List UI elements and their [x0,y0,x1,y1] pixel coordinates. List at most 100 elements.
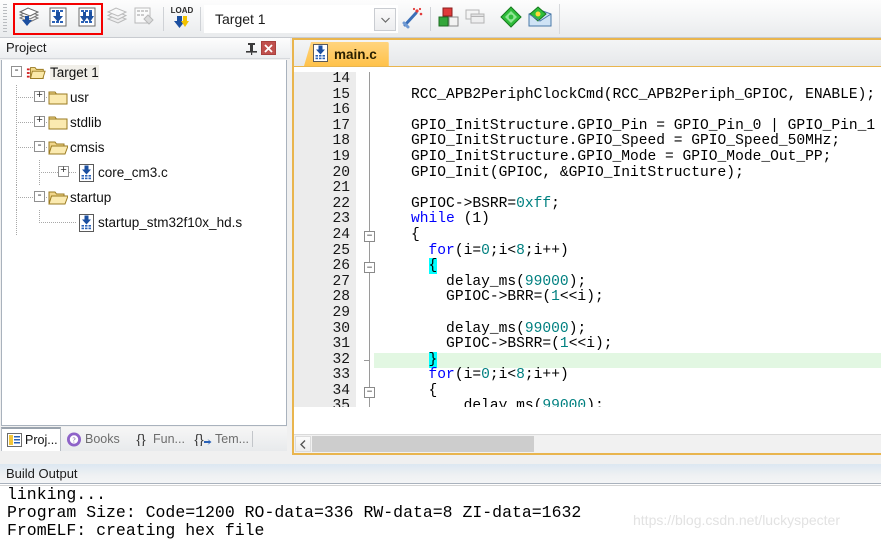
tree-item-stdlib[interactable]: + stdlib [2,110,286,135]
manage-packs-button[interactable] [527,5,553,32]
collapse-icon[interactable]: - [11,66,22,77]
close-icon[interactable] [261,41,276,55]
code-line[interactable]: 14 [294,71,881,88]
collapse-icon[interactable]: - [34,191,45,202]
expand-icon[interactable]: + [58,166,69,177]
fold-margin[interactable] [356,368,374,384]
code-line[interactable]: 31 GPIOC->BSRR=(1<<i); [294,336,881,353]
target-selector-dropdown[interactable] [374,8,396,31]
expand-icon[interactable]: + [34,116,45,127]
code-line[interactable]: 30 delay_ms(99000); [294,321,881,338]
code-token: <<i); [568,336,613,353]
editor-horizontal-scrollbar[interactable] [294,434,881,453]
multi-project-button[interactable] [463,6,489,32]
fold-collapse-icon[interactable]: – [364,230,375,242]
fold-margin[interactable] [356,165,374,182]
fold-collapse-icon[interactable]: – [364,386,375,398]
panel-tab-fun[interactable]: {} Fun... [127,427,187,451]
code-line[interactable]: 23 while (1) [294,212,881,228]
code-line[interactable]: 35 delay_ms(99000); [294,399,881,407]
fold-collapse-icon[interactable]: – [364,262,375,274]
code-line[interactable]: 29 [294,305,881,322]
code-line[interactable]: 19 GPIO_InitStructure.GPIO_Mode = GPIO_M… [294,149,881,166]
panel-tab-books[interactable]: ? Books [61,427,127,451]
code-line[interactable]: 16 [294,103,881,119]
panel-tab-proj[interactable]: Proj... [1,427,61,451]
code-line[interactable]: 33 for(i=0;i<8;i++) [294,367,881,384]
code-line[interactable]: 26– { [294,258,881,275]
code-view[interactable]: 14 15 RCC_APB2PeriphClockCmd(RCC_APB2Per… [294,67,881,407]
tree-item-startup[interactable]: - startup [2,185,286,210]
fold-margin[interactable] [356,212,374,228]
pack-installer-button[interactable] [498,5,524,32]
project-panel-titlebar: Project [0,38,290,59]
fold-margin[interactable]: – [356,259,375,275]
code-text: while (1) [374,212,881,228]
scroll-left-button[interactable] [295,436,311,452]
scrollbar-thumb[interactable] [312,436,534,452]
fold-margin[interactable] [356,181,374,197]
tree-item-target-1[interactable]: - Target 1 [2,60,286,85]
code-keyword: for [428,367,455,384]
stop-build-button[interactable] [131,6,157,32]
code-line[interactable]: 28 GPIOC->BRR=(1<<i); [294,290,881,306]
tree-item-cmsis[interactable]: - cmsis [2,135,286,160]
collapse-icon[interactable]: - [34,141,45,152]
code-line[interactable]: 34– { [294,383,881,400]
fold-margin[interactable] [356,337,374,353]
code-line[interactable]: 21 [294,181,881,197]
tree-item-usr[interactable]: + usr [2,85,286,110]
build-button[interactable] [45,6,71,32]
fold-margin[interactable] [356,321,374,338]
fold-margin[interactable] [356,399,374,407]
horizontal-splitter[interactable] [0,455,881,464]
code-line[interactable]: 15 RCC_APB2PeriphClockCmd(RCC_APB2Periph… [294,87,881,104]
fold-margin[interactable] [356,352,374,369]
fold-margin[interactable] [356,196,374,213]
project-tree[interactable]: - Target 1 + usr + stdlib - cmsis + core_cm3… [1,60,287,426]
fold-margin[interactable] [356,134,374,150]
options-for-target-button[interactable] [400,6,426,32]
code-text: RCC_APB2PeriphClockCmd(RCC_APB2Periph_GP… [374,87,881,104]
code-line[interactable]: 32 } [294,351,881,369]
tab-main-c[interactable]: main.c [304,42,389,66]
code-line[interactable]: 17 GPIO_InitStructure.GPIO_Pin = GPIO_Pi… [294,118,881,135]
pin-icon[interactable] [244,41,259,56]
download-button[interactable]: LOAD [169,6,195,32]
code-line[interactable]: 22 GPIOC->BSRR=0xff; [294,196,881,213]
fold-margin[interactable] [356,243,374,260]
fold-margin[interactable] [356,274,374,291]
fold-line [369,165,370,182]
fold-margin[interactable] [356,87,374,104]
fold-margin[interactable] [356,118,374,135]
tree-item-core-cm3-c[interactable]: + core_cm3.c [2,160,286,185]
fold-margin[interactable] [356,305,374,322]
code-line[interactable]: 24– { [294,227,881,244]
fold-margin[interactable] [356,103,374,119]
batch-build-button[interactable] [104,6,130,32]
fold-margin[interactable]: – [356,383,375,400]
target-selector[interactable]: Target 1 [204,5,398,33]
svg-text:?: ? [72,436,75,444]
rebuild-button[interactable] [74,6,100,32]
fold-margin[interactable] [356,72,374,88]
code-line[interactable]: 27 delay_ms(99000); [294,274,881,291]
panel-tab-tem[interactable]: {} Tem... [187,427,251,451]
code-token: (i= [454,242,482,259]
code-line[interactable]: 25 for(i=0;i<8;i++) [294,242,881,260]
code-line[interactable]: 18 GPIO_InitStructure.GPIO_Speed = GPIO_… [294,134,881,150]
fold-margin[interactable]: – [356,227,375,244]
fold-margin[interactable] [356,149,374,166]
code-token: GPIOC->BRR=( [376,289,552,306]
manage-project-items-button[interactable] [435,6,461,32]
translate-button[interactable] [16,6,42,32]
code-line[interactable]: 20 GPIO_Init(GPIOC, &GPIO_InitStructure)… [294,165,881,182]
line-number: 17 [294,118,356,135]
tree-item-startup-stm32f10x-hd-s[interactable]: startup_stm32f10x_hd.s [2,210,286,235]
fold-margin[interactable] [356,290,374,306]
toolbar-grip[interactable] [3,4,7,34]
expander-glyph: - [36,190,43,202]
expand-icon[interactable]: + [34,91,45,102]
line-number: 32 [294,352,356,369]
